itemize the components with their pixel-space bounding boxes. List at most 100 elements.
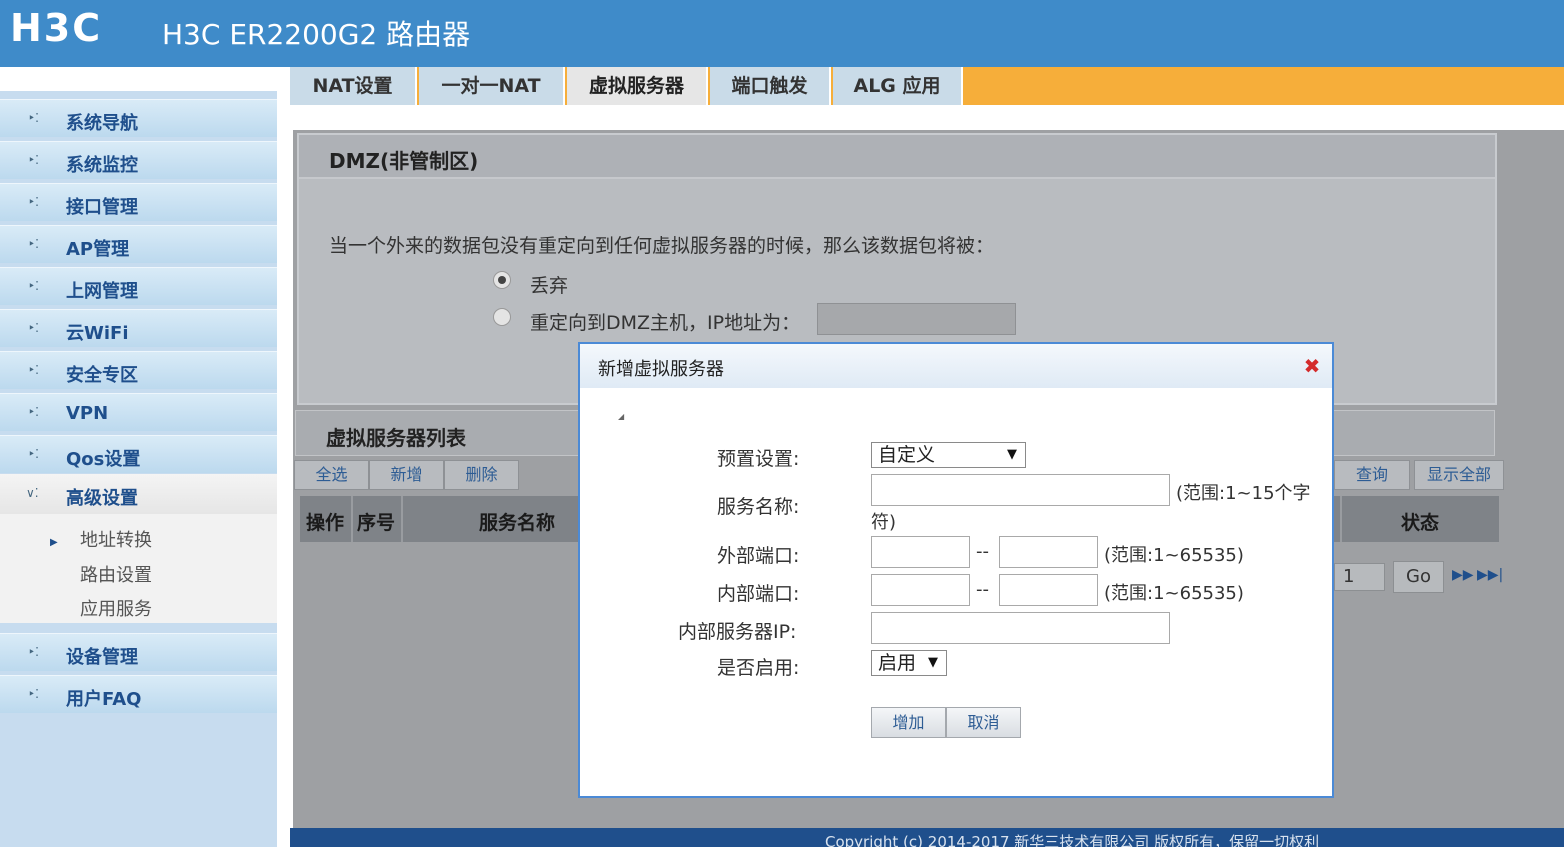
sidebar-item-device[interactable]: ‣⁚ 设备管理 [0, 633, 277, 671]
sidebar-subitem-app-service[interactable]: 应用服务 [80, 595, 152, 621]
enable-select[interactable]: 启用 ▼ [871, 650, 947, 676]
enable-label: 是否启用: [717, 657, 800, 679]
arrow-dots-icon: ‣⁚ [28, 645, 39, 659]
query-button[interactable]: 查询 [1334, 460, 1410, 490]
tab-alg[interactable]: ALG 应用 [833, 67, 963, 105]
preset-select[interactable]: 自定义 ▼ [871, 442, 1026, 468]
tab-nat-settings[interactable]: NAT设置 [290, 67, 417, 105]
dmz-title: DMZ(非管制区) [329, 149, 479, 173]
dmz-drop-label: 丢弃 [530, 275, 569, 297]
next-page-icon[interactable]: ▶▶ [1452, 567, 1474, 583]
dmz-redirect-label: 重定向到DMZ主机，IP地址为： [530, 312, 801, 334]
internal-port-start-input[interactable] [871, 574, 970, 606]
internal-port-hint: (范围:1~65535) [1104, 583, 1244, 604]
arrow-dots-icon: ‣⁚ [28, 363, 39, 377]
copyright-text: Copyright (c) 2014-2017 新华三技术有限公司 版权所有，保… [825, 833, 1320, 847]
tab-port-trigger[interactable]: 端口触发 [710, 67, 831, 105]
column-divider [351, 496, 353, 542]
sidebar-item-system-nav[interactable]: ‣⁚ 系统导航 [0, 99, 277, 137]
arrow-dots-icon: ‣⁚ [28, 687, 39, 701]
dmz-header: DMZ(非管制区) [299, 135, 1495, 179]
sidebar-group-advanced: ∨⁚ 高级设置 ▶ 地址转换 路由设置 应用服务 [0, 474, 277, 623]
arrow-dots-icon: ‣⁚ [28, 111, 39, 125]
sidebar-item-label: 上网管理 [66, 281, 138, 302]
range-dash: -- [976, 541, 989, 562]
sidebar-item-label: 设备管理 [66, 647, 138, 668]
go-button[interactable]: Go [1393, 561, 1444, 593]
server-ip-input[interactable] [871, 612, 1170, 644]
close-icon[interactable]: ✖ [1302, 356, 1322, 376]
sidebar-item-label: 接口管理 [66, 197, 138, 218]
arrow-dots-icon: ‣⁚ [28, 153, 39, 167]
add-virtual-server-dialog: 新增虚拟服务器 ✖ ◢ 预置设置: 自定义 ▼ 服务名称: (范围:1~15个字… [578, 342, 1334, 798]
sidebar-item-label: AP管理 [66, 239, 130, 260]
column-service-name: 服务名称 [479, 512, 556, 534]
internal-port-end-input[interactable] [999, 574, 1098, 606]
show-all-button[interactable]: 显示全部 [1414, 460, 1504, 490]
arrow-dots-icon: ‣⁚ [28, 237, 39, 251]
sidebar-item-interface[interactable]: ‣⁚ 接口管理 [0, 183, 277, 221]
sidebar-item-ap[interactable]: ‣⁚ AP管理 [0, 225, 277, 263]
tab-one-to-one-nat[interactable]: 一对一NAT [419, 67, 565, 105]
server-ip-label: 内部服务器IP: [678, 621, 797, 643]
arrow-dots-icon: ‣⁚ [28, 321, 39, 335]
select-all-button[interactable]: 全选 [294, 460, 369, 490]
app-title: H3C ER2200G2 路由器 [162, 18, 471, 51]
last-page-icon[interactable]: ▶▶| [1477, 567, 1503, 583]
vs-list-title: 虚拟服务器列表 [326, 426, 466, 450]
external-port-start-input[interactable] [871, 536, 970, 568]
column-operation: 操作 [306, 512, 345, 534]
arrow-dots-icon: ‣⁚ [28, 195, 39, 209]
dmz-ip-input[interactable] [817, 303, 1016, 335]
arrow-dots-icon: ‣⁚ [28, 405, 39, 419]
sidebar: ‣⁚ 系统导航 ‣⁚ 系统监控 ‣⁚ 接口管理 ‣⁚ AP管理 ‣⁚ 上网管理 … [0, 67, 290, 847]
arrow-dots-icon: ‣⁚ [28, 279, 39, 293]
sidebar-item-advanced[interactable]: ∨⁚ 高级设置 [0, 474, 277, 514]
arrow-dots-icon: ‣⁚ [28, 447, 39, 461]
column-divider [1340, 496, 1342, 542]
arrow-down-dots-icon: ∨⁚ [26, 486, 39, 500]
external-port-end-input[interactable] [999, 536, 1098, 568]
sidebar-item-qos[interactable]: ‣⁚ Qos设置 [0, 435, 277, 473]
sidebar-item-internet[interactable]: ‣⁚ 上网管理 [0, 267, 277, 305]
sidebar-column: ‣⁚ 系统导航 ‣⁚ 系统监控 ‣⁚ 接口管理 ‣⁚ AP管理 ‣⁚ 上网管理 … [0, 91, 277, 847]
tab-bar: NAT设置 一对一NAT 虚拟服务器 端口触发 ALG 应用 [290, 67, 1564, 105]
service-name-hint: (范围:1~15个字 [1176, 483, 1311, 504]
sidebar-item-label: 用户FAQ [66, 689, 142, 710]
sidebar-item-system-monitor[interactable]: ‣⁚ 系统监控 [0, 141, 277, 179]
external-port-label: 外部端口: [717, 545, 800, 567]
dialog-header: 新增虚拟服务器 ✖ [580, 344, 1332, 388]
sidebar-subitem-routing[interactable]: 路由设置 [80, 561, 152, 587]
add-button[interactable]: 新增 [369, 460, 444, 490]
sidebar-item-faq[interactable]: ‣⁚ 用户FAQ [0, 675, 277, 713]
current-item-arrow-icon: ▶ [50, 537, 58, 548]
sidebar-item-vpn[interactable]: ‣⁚ VPN [0, 393, 277, 431]
dmz-drop-radio[interactable] [493, 271, 511, 289]
delete-button[interactable]: 删除 [444, 460, 519, 490]
page-number-input[interactable]: 1 [1334, 563, 1385, 591]
confirm-add-button[interactable]: 增加 [871, 707, 946, 738]
sidebar-subitem-nat[interactable]: 地址转换 [80, 526, 152, 552]
external-port-hint: (范围:1~65535) [1104, 545, 1244, 566]
internal-port-label: 内部端口: [717, 583, 800, 605]
chevron-down-icon: ▼ [1007, 447, 1017, 462]
cancel-button[interactable]: 取消 [946, 707, 1021, 738]
chevron-down-icon: ▼ [928, 655, 938, 670]
footer: Copyright (c) 2014-2017 新华三技术有限公司 版权所有，保… [290, 828, 1564, 847]
tab-virtual-server[interactable]: 虚拟服务器 [567, 67, 708, 105]
column-divider [401, 496, 403, 542]
h3c-logo: H3C [10, 6, 103, 50]
sidebar-item-label: Qos设置 [66, 449, 141, 470]
dmz-description: 当一个外来的数据包没有重定向到任何虚拟服务器的时候，那么该数据包将被： [329, 235, 995, 257]
sidebar-item-cloud-wifi[interactable]: ‣⁚ 云WiFi [0, 309, 277, 347]
top-header: H3C H3C ER2200G2 路由器 [0, 0, 1564, 67]
service-name-hint-cont: 符) [871, 512, 897, 533]
range-dash: -- [976, 579, 989, 600]
service-name-input[interactable] [871, 474, 1170, 506]
column-status: 状态 [1401, 512, 1440, 534]
sidebar-item-label: VPN [66, 403, 109, 424]
sidebar-item-security[interactable]: ‣⁚ 安全专区 [0, 351, 277, 389]
dmz-redirect-radio[interactable] [493, 308, 511, 326]
enable-select-value: 启用 [878, 652, 917, 674]
preset-label: 预置设置: [717, 448, 800, 470]
